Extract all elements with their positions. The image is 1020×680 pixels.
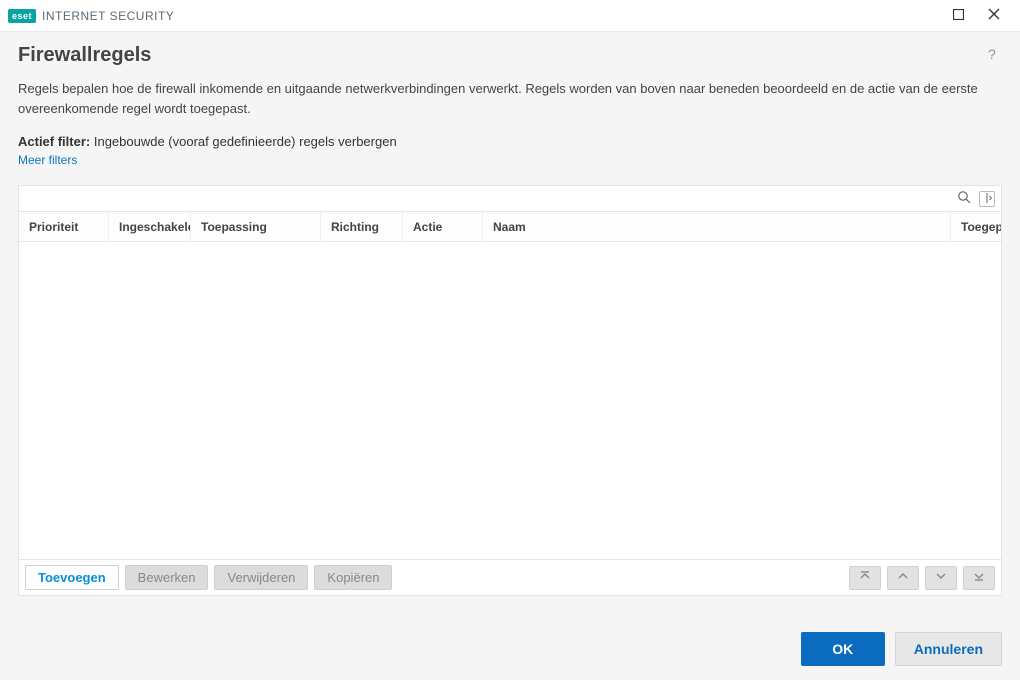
filter-value: Ingebouwde (vooraf gedefinieerde) regels… — [94, 134, 397, 149]
content-area: Firewallregels ? Regels bepalen hoe de f… — [0, 32, 1020, 612]
col-applied[interactable]: Toegep — [951, 212, 1001, 241]
window-maximize-button[interactable] — [940, 0, 976, 32]
col-application[interactable]: Toepassing — [191, 212, 321, 241]
window-close-button[interactable] — [976, 0, 1012, 32]
chevron-top-icon — [859, 570, 871, 585]
square-icon — [953, 8, 964, 23]
table-columns-button[interactable] — [979, 191, 995, 207]
brand-badge: eset — [8, 9, 36, 23]
more-filters-link[interactable]: Meer filters — [18, 153, 1002, 167]
add-button[interactable]: Toevoegen — [25, 565, 119, 590]
move-up-button[interactable] — [887, 566, 919, 590]
col-priority[interactable]: Prioriteit — [19, 212, 109, 241]
layout-icon — [982, 191, 992, 206]
dialog-footer: OK Annuleren — [0, 612, 1020, 680]
col-direction[interactable]: Richting — [321, 212, 403, 241]
chevron-bottom-icon — [973, 570, 985, 585]
help-icon: ? — [985, 47, 999, 64]
move-top-button[interactable] — [849, 566, 881, 590]
help-button[interactable]: ? — [982, 46, 1002, 66]
delete-button: Verwijderen — [214, 565, 308, 590]
ok-button[interactable]: OK — [801, 632, 885, 666]
cancel-button[interactable]: Annuleren — [895, 632, 1002, 666]
move-bottom-button[interactable] — [963, 566, 995, 590]
search-icon — [957, 190, 971, 207]
filter-label: Actief filter: — [18, 134, 90, 149]
chevron-down-icon — [935, 570, 947, 585]
rules-table: Prioriteit Ingeschakeld Toepassing Richt… — [18, 185, 1002, 596]
edit-button: Bewerken — [125, 565, 209, 590]
table-toolbar — [19, 186, 1001, 212]
description-text: Regels bepalen hoe de firewall inkomende… — [18, 79, 1002, 118]
table-header: Prioriteit Ingeschakeld Toepassing Richt… — [19, 212, 1001, 242]
table-body[interactable] — [19, 242, 1001, 559]
copy-button: Kopiëren — [314, 565, 392, 590]
titlebar: eset INTERNET SECURITY — [0, 0, 1020, 32]
close-icon — [988, 8, 1000, 23]
product-name: INTERNET SECURITY — [42, 9, 174, 23]
brand-logo: eset INTERNET SECURITY — [8, 9, 174, 23]
active-filter-line: Actief filter: Ingebouwde (vooraf gedefi… — [18, 134, 1002, 149]
chevron-up-icon — [897, 570, 909, 585]
col-action[interactable]: Actie — [403, 212, 483, 241]
move-down-button[interactable] — [925, 566, 957, 590]
svg-text:?: ? — [988, 47, 996, 61]
table-actions: Toevoegen Bewerken Verwijderen Kopiëren — [19, 559, 1001, 595]
col-enabled[interactable]: Ingeschakeld — [109, 212, 191, 241]
col-name[interactable]: Naam — [483, 212, 951, 241]
page-title: Firewallregels — [18, 44, 151, 67]
table-search-button[interactable] — [955, 190, 973, 208]
